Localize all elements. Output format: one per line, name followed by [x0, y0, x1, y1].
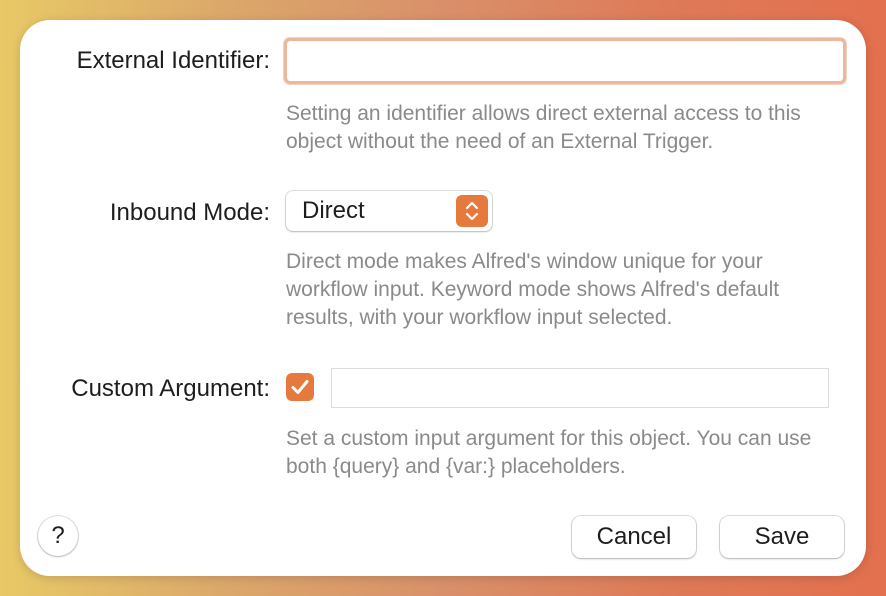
custom-argument-input[interactable]: [331, 368, 829, 408]
external-identifier-label: External Identifier:: [76, 47, 270, 74]
chevron-up-down-icon: [456, 195, 488, 227]
inbound-mode-value: Direct: [302, 197, 365, 224]
inbound-mode-help: Direct mode makes Alfred's window unique…: [286, 250, 780, 329]
external-trigger-dialog: External Identifier: Setting an identifi…: [20, 20, 866, 576]
inbound-mode-label: Inbound Mode:: [109, 199, 270, 226]
custom-argument-checkbox[interactable]: [286, 373, 314, 401]
help-button[interactable]: ?: [38, 516, 78, 556]
custom-argument-help: Set a custom input argument for this obj…: [286, 427, 812, 478]
external-identifier-input[interactable]: [284, 38, 846, 84]
checkmark-icon: [291, 380, 309, 394]
external-identifier-help: Setting an identifier allows direct exte…: [286, 102, 801, 153]
cancel-button[interactable]: Cancel: [572, 516, 696, 558]
custom-argument-label: Custom Argument:: [71, 375, 270, 402]
inbound-mode-select[interactable]: Direct: [286, 191, 492, 231]
save-button[interactable]: Save: [720, 516, 844, 558]
